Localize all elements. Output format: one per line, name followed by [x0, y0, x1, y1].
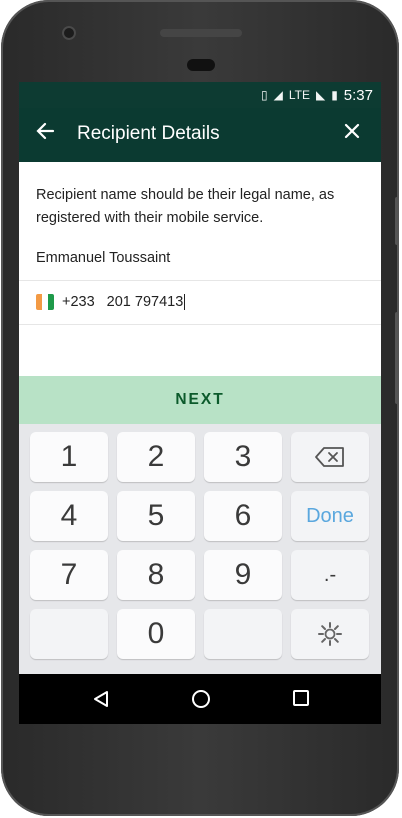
back-arrow-icon[interactable] [35, 121, 55, 147]
speaker-grille [160, 29, 242, 37]
key-9[interactable]: 9 [204, 550, 282, 600]
divider [19, 280, 381, 281]
wifi-off-icon: ◣ [315, 88, 326, 102]
key-3[interactable]: 3 [204, 432, 282, 482]
key-0[interactable]: 0 [117, 609, 195, 659]
recipient-name-field[interactable]: Emmanuel Toussaint [36, 250, 170, 266]
key-2[interactable]: 2 [117, 432, 195, 482]
front-camera [62, 26, 76, 40]
nav-recents-icon[interactable] [293, 690, 309, 706]
keyboard-settings-key[interactable] [291, 609, 369, 659]
network-type: LTE [288, 88, 310, 102]
status-bar: ▯ ◢ LTE ◣ ▮ 5:37 [19, 82, 381, 108]
backspace-key[interactable] [291, 432, 369, 482]
screen: ▯ ◢ LTE ◣ ▮ 5:37 Recipient Details Recip… [19, 82, 381, 724]
done-key[interactable]: Done [291, 491, 369, 541]
key-4[interactable]: 4 [30, 491, 108, 541]
nav-home-icon[interactable] [192, 690, 210, 708]
legal-name-notice: Recipient name should be their legal nam… [36, 187, 335, 226]
nav-back-icon[interactable] [93, 690, 109, 708]
page-title: Recipient Details [77, 123, 220, 144]
phone-number-field[interactable]: +233 201 797413 [36, 294, 186, 310]
vibrate-icon: ▯ [260, 88, 268, 102]
key-1[interactable]: 1 [30, 432, 108, 482]
clock: 5:37 [343, 86, 373, 104]
power-button [395, 312, 399, 404]
next-button[interactable]: NEXT [19, 376, 381, 424]
volume-button [395, 197, 399, 245]
key-7[interactable]: 7 [30, 550, 108, 600]
divider [19, 324, 381, 325]
signal-icon: ◢ [273, 88, 283, 102]
backspace-icon [315, 447, 344, 467]
phone-number-input[interactable]: 201 797413 [107, 294, 186, 310]
country-flag-icon[interactable] [36, 294, 54, 310]
app-bar: Recipient Details [19, 108, 381, 162]
android-nav-bar [19, 674, 381, 724]
phone-frame: ▯ ◢ LTE ◣ ▮ 5:37 Recipient Details Recip… [1, 0, 399, 816]
dot-dash-key[interactable]: .- [291, 550, 369, 600]
country-code[interactable]: +233 [62, 294, 95, 310]
key-8[interactable]: 8 [117, 550, 195, 600]
battery-icon: ▮ [331, 88, 338, 102]
gear-icon [318, 622, 342, 646]
key-5[interactable]: 5 [117, 491, 195, 541]
key-6[interactable]: 6 [204, 491, 282, 541]
blank-key [30, 609, 108, 659]
earpiece [187, 59, 215, 71]
close-icon[interactable] [343, 120, 361, 146]
blank-key [204, 609, 282, 659]
numeric-keypad: 1 2 3 4 5 6 Done 7 8 9 .- 0 [19, 424, 381, 674]
